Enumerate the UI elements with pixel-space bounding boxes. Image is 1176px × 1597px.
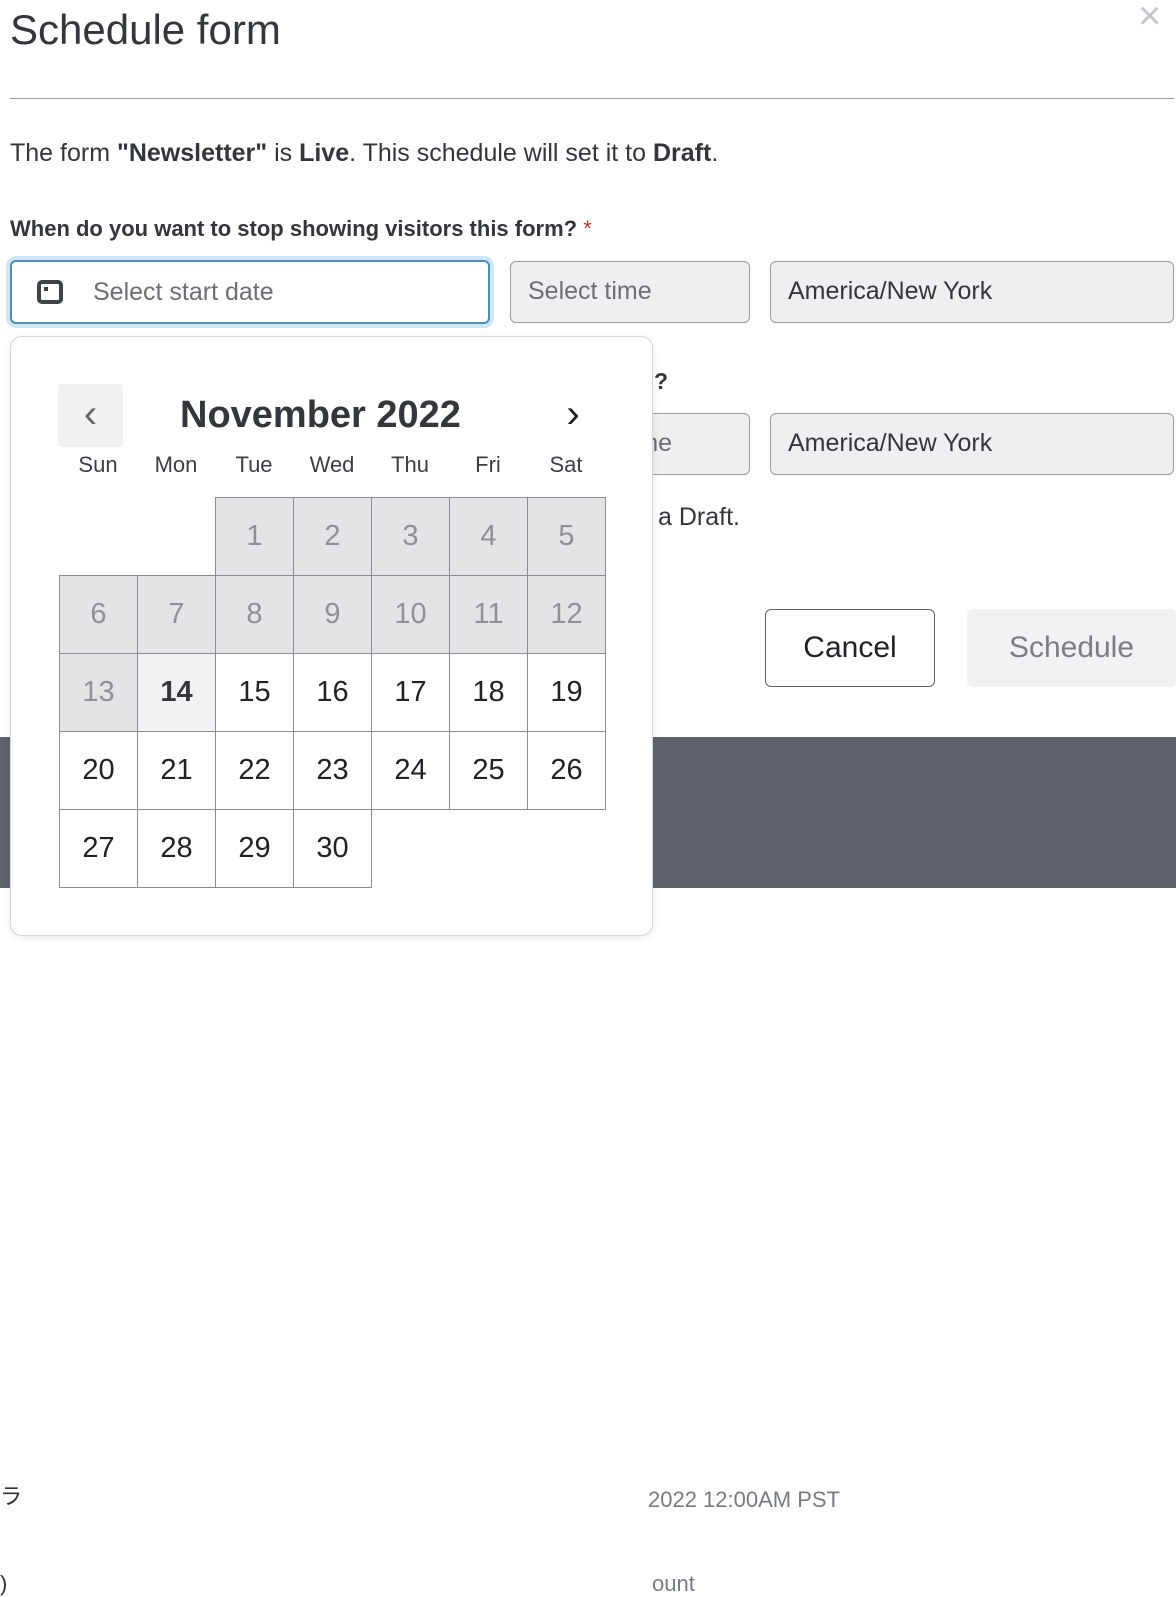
timezone-select[interactable]: America/New York xyxy=(770,261,1174,323)
calendar-day[interactable]: 14 xyxy=(137,653,216,732)
calendar-day[interactable]: 19 xyxy=(527,653,606,732)
calendar-day[interactable]: 26 xyxy=(527,731,606,810)
draft-note: a Draft. xyxy=(658,503,740,531)
weekday-header: Mon xyxy=(154,452,198,477)
calendar-day: 6 xyxy=(59,575,138,654)
calendar-day: 13 xyxy=(59,653,138,732)
calendar-day: 8 xyxy=(215,575,294,654)
chevron-left-icon[interactable]: ‹ xyxy=(58,384,123,447)
calendar-day[interactable]: 15 xyxy=(215,653,294,732)
calendar-day: 5 xyxy=(527,497,606,576)
chevron-right-icon[interactable]: › xyxy=(548,384,598,447)
calendar-day: 3 xyxy=(371,497,450,576)
background-text: ) xyxy=(0,1571,8,1596)
modal-title: Schedule form xyxy=(10,6,281,53)
stop-date-label: When do you want to stop showing visitor… xyxy=(10,216,592,241)
form-status-description: The form "Newsletter" is Live. This sche… xyxy=(10,139,719,167)
schedule-button[interactable]: Schedule xyxy=(967,609,1176,687)
start-date-input[interactable]: Select start date xyxy=(10,260,490,324)
calendar-day[interactable]: 30 xyxy=(293,809,372,888)
weekday-header: Thu xyxy=(391,452,429,477)
weekday-header: Wed xyxy=(309,452,355,477)
calendar-day: 9 xyxy=(293,575,372,654)
calendar-day: 11 xyxy=(449,575,528,654)
calendar-day[interactable]: 28 xyxy=(137,809,216,888)
weekday-header: Sat xyxy=(549,452,583,477)
calendar-day[interactable]: 23 xyxy=(293,731,372,810)
time-select[interactable]: Select time xyxy=(510,261,750,323)
calendar-day: 12 xyxy=(527,575,606,654)
calendar-day[interactable]: 25 xyxy=(449,731,528,810)
weekday-header: Sun xyxy=(78,452,118,477)
cancel-button[interactable]: Cancel xyxy=(765,609,935,687)
calendar-icon xyxy=(37,280,63,304)
calendar-day[interactable]: 22 xyxy=(215,731,294,810)
calendar-day[interactable]: 24 xyxy=(371,731,450,810)
background-text: ount xyxy=(652,1571,695,1596)
calendar-day: 4 xyxy=(449,497,528,576)
calendar-day[interactable]: 27 xyxy=(59,809,138,888)
calendar-day[interactable]: 18 xyxy=(449,653,528,732)
calendar-day: 10 xyxy=(371,575,450,654)
calendar-day[interactable]: 16 xyxy=(293,653,372,732)
calendar-day: 1 xyxy=(215,497,294,576)
calendar-day: 7 xyxy=(137,575,216,654)
calendar-day[interactable]: 29 xyxy=(215,809,294,888)
divider xyxy=(10,98,1174,99)
background-text: 2022 12:00AM PST xyxy=(648,1487,841,1512)
second-timezone-select[interactable]: America/New York xyxy=(770,413,1174,475)
calendar-day[interactable]: 21 xyxy=(137,731,216,810)
close-icon[interactable]: × xyxy=(1138,0,1161,39)
calendar-day: 2 xyxy=(293,497,372,576)
calendar-month-label: November 2022 xyxy=(180,394,461,436)
weekday-header: Tue xyxy=(235,452,273,477)
calendar-day[interactable]: 20 xyxy=(59,731,138,810)
weekday-header: Fri xyxy=(475,452,501,477)
calendar-day[interactable]: 17 xyxy=(371,653,450,732)
background-text: ラ xyxy=(0,1484,23,1509)
